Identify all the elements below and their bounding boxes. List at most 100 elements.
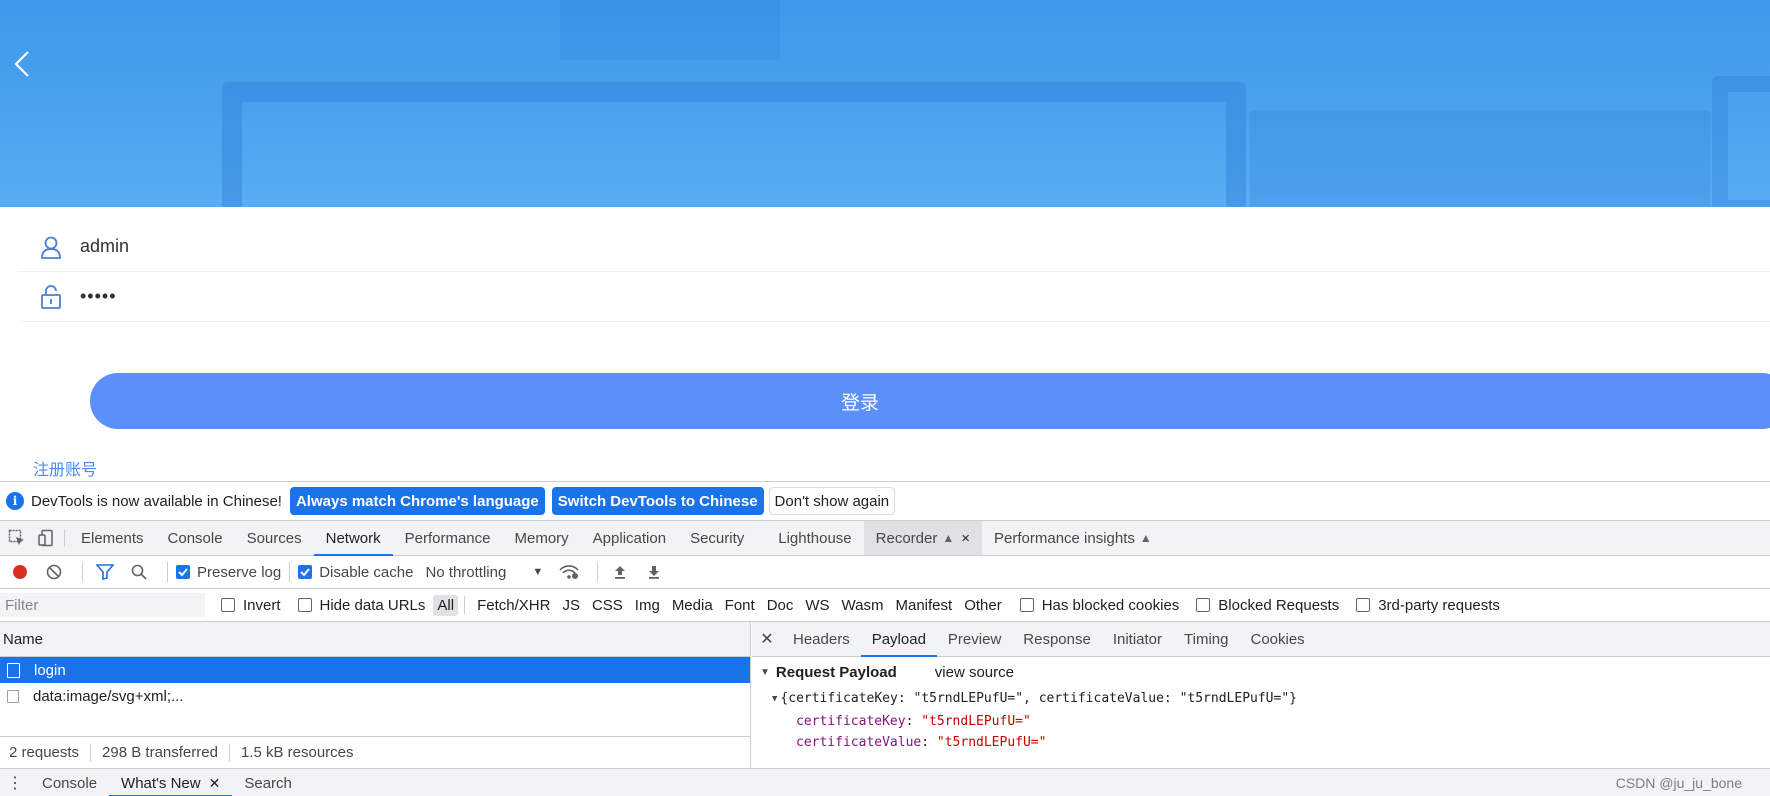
view-source-link[interactable]: view source [935, 664, 1014, 681]
blocked-cookies-checkbox[interactable]: Has blocked cookies [1019, 597, 1179, 614]
type-filter-manifest[interactable]: Manifest [892, 595, 957, 616]
tab-performance[interactable]: Performance [393, 521, 503, 555]
preserve-log-checkbox[interactable]: Preserve log [176, 564, 281, 581]
inspect-element-icon[interactable] [0, 521, 34, 555]
filter-input[interactable]: Filter [0, 593, 205, 617]
tab-sources[interactable]: Sources [235, 521, 314, 555]
tab-lighthouse[interactable]: Lighthouse [766, 521, 863, 555]
tab-console[interactable]: Console [156, 521, 235, 555]
network-summary: 2 requests 298 B transferred 1.5 kB reso… [0, 736, 750, 768]
type-separator [464, 596, 466, 614]
request-row[interactable]: data:image/svg+xml;... [0, 683, 750, 709]
type-filter-fetch-xhr[interactable]: Fetch/XHR [473, 595, 554, 616]
tab-security[interactable]: Security [678, 521, 756, 555]
type-filter-js[interactable]: JS [558, 595, 584, 616]
network-conditions-icon[interactable] [555, 558, 583, 586]
tab-cookies[interactable]: Cookies [1239, 622, 1315, 656]
tab-memory[interactable]: Memory [503, 521, 581, 555]
expand-triangle-icon[interactable]: ▼ [760, 667, 770, 678]
type-filter-wasm[interactable]: Wasm [838, 595, 888, 616]
tab-elements[interactable]: Elements [69, 521, 156, 555]
close-icon[interactable]: ✕ [752, 622, 782, 656]
infobar-message: DevTools is now available in Chinese! [31, 492, 282, 510]
tab-headers[interactable]: Headers [782, 622, 861, 656]
third-party-checkbox[interactable]: 3rd-party requests [1356, 597, 1500, 614]
tab-application[interactable]: Application [581, 521, 678, 555]
tab-recorder[interactable]: Recorder ▲ × [863, 521, 983, 555]
checkbox-checked-icon[interactable] [176, 565, 190, 579]
watermark: CSDN @ju_ju_bone [1615, 775, 1742, 791]
tab-timing[interactable]: Timing [1173, 622, 1239, 656]
export-har-icon[interactable] [640, 558, 668, 586]
hide-data-urls-checkbox[interactable]: Hide data URLs [297, 597, 425, 614]
document-icon [7, 662, 20, 678]
login-button[interactable]: 登录 [90, 373, 1770, 429]
checkbox-icon[interactable] [297, 598, 312, 612]
close-tab-icon[interactable]: × [961, 530, 970, 547]
type-filter-css[interactable]: CSS [588, 595, 627, 616]
more-options-icon[interactable]: ⋮ [0, 769, 30, 796]
device-toolbar-icon[interactable] [34, 521, 60, 555]
blocked-requests-checkbox[interactable]: Blocked Requests [1196, 597, 1339, 614]
banner-decoration [1250, 110, 1710, 207]
drawer-tab-console[interactable]: Console [30, 769, 109, 796]
filter-icon[interactable] [91, 558, 119, 586]
tab-initiator[interactable]: Initiator [1102, 622, 1173, 656]
type-filter-media[interactable]: Media [668, 595, 717, 616]
close-icon[interactable]: ✕ [209, 775, 221, 792]
request-row[interactable]: login [0, 657, 750, 683]
back-arrow-icon[interactable] [10, 48, 34, 80]
checkbox-icon[interactable] [1356, 598, 1371, 612]
throttling-select[interactable]: No throttling ▼ [425, 564, 543, 581]
tab-performance-insights-label: Performance insights [994, 529, 1135, 547]
clear-icon[interactable] [40, 558, 68, 586]
drawer-tab-whats-new[interactable]: What's New ✕ [109, 769, 233, 796]
username-field[interactable]: admin [18, 222, 1770, 272]
tab-separator [64, 529, 65, 547]
dropdown-caret-icon: ▼ [532, 566, 544, 578]
password-field[interactable]: ••••• [18, 272, 1770, 322]
password-value[interactable]: ••••• [80, 286, 117, 307]
network-toolbar: Preserve log Disable cache No throttling… [0, 556, 1770, 589]
record-icon[interactable] [6, 558, 34, 586]
tab-performance-insights[interactable]: Performance insights ▲ [982, 521, 1164, 555]
payload-object[interactable]: ▼ {certificateKey: "t5rndLEPufU=", certi… [772, 691, 1297, 706]
type-filter-all[interactable]: All [433, 594, 459, 616]
property-key: certificateValue [796, 735, 922, 750]
type-filter-ws[interactable]: WS [801, 595, 833, 616]
register-link[interactable]: 注册账号 [33, 456, 97, 480]
checkbox-icon[interactable] [221, 598, 235, 612]
user-icon [36, 232, 66, 262]
type-filter-font[interactable]: Font [721, 595, 759, 616]
resources-size: 1.5 kB resources [240, 744, 354, 761]
expand-triangle-icon[interactable]: ▼ [772, 694, 777, 704]
toolbar-separator [167, 562, 168, 582]
dont-show-again-button[interactable]: Don't show again [768, 487, 896, 515]
drawer-tab-search[interactable]: Search [232, 769, 304, 796]
checkbox-checked-icon[interactable] [298, 565, 313, 579]
invert-checkbox[interactable]: Invert [221, 597, 281, 614]
tab-response[interactable]: Response [1012, 622, 1102, 656]
search-icon[interactable] [125, 558, 153, 586]
summary-separator [228, 743, 230, 762]
banner-decoration [560, 0, 780, 60]
checkbox-icon[interactable] [1196, 598, 1211, 612]
request-list: Name login data:image/svg+xml;... 2 requ… [0, 622, 751, 768]
checkbox-icon[interactable] [1019, 598, 1034, 612]
match-language-button[interactable]: Always match Chrome's language [289, 487, 545, 515]
request-payload-section[interactable]: ▼ Request Payload view source [760, 664, 1014, 681]
type-filter-img[interactable]: Img [631, 595, 664, 616]
disable-cache-checkbox[interactable]: Disable cache [298, 564, 413, 581]
tab-network[interactable]: Network [313, 521, 393, 556]
tab-preview[interactable]: Preview [937, 622, 1012, 656]
column-header-name[interactable]: Name [0, 622, 750, 657]
import-har-icon[interactable] [606, 558, 634, 586]
username-value[interactable]: admin [80, 236, 129, 257]
switch-chinese-button[interactable]: Switch DevTools to Chinese [551, 487, 764, 515]
tab-payload[interactable]: Payload [860, 622, 938, 657]
type-filter-other[interactable]: Other [960, 595, 1006, 616]
type-filter-doc[interactable]: Doc [763, 595, 798, 616]
toolbar-separator [289, 562, 291, 582]
lock-icon [36, 282, 66, 312]
transferred-size: 298 B transferred [102, 744, 218, 761]
